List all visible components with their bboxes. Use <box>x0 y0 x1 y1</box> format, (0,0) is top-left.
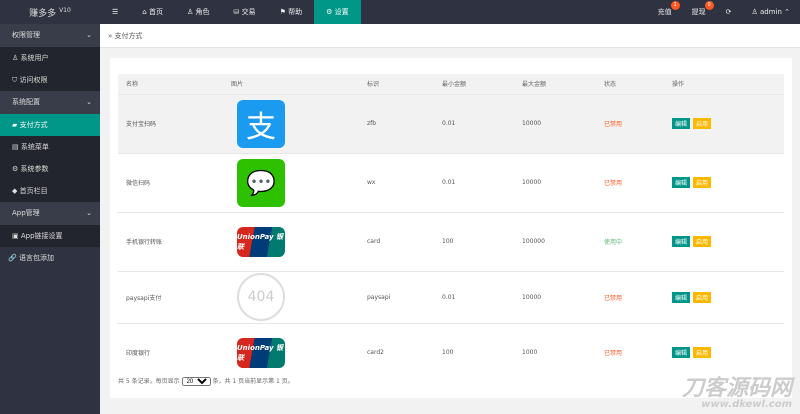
edit-button[interactable]: 编辑 <box>672 291 691 303</box>
payment-min: 0.01 <box>434 270 514 323</box>
enable-button[interactable]: 启用 <box>693 118 712 129</box>
enable-button[interactable]: 启用 <box>693 177 712 188</box>
chevron-down-icon: ⌄ <box>86 209 92 217</box>
top-nav: ☰ ⌂ 首页 ♙ 角色 ⛁ 交易 ⚑ 帮助 ⚙ 设置 <box>100 0 361 24</box>
breadcrumb: » 支付方式 <box>100 24 800 48</box>
payment-min: 0.01 <box>434 93 514 153</box>
nav-home[interactable]: ⌂ 首页 <box>130 0 175 24</box>
payment-min: 100 <box>434 322 514 382</box>
col-name: 名称 <box>118 74 223 94</box>
payment-card: 名称 图片 标识 最小金额 最大金额 状态 操作 支付宝扫码 支 zfb 0.0… <box>110 58 792 398</box>
col-status: 状态 <box>596 74 664 94</box>
table-row: 印度银行 UnionPay 银联 card2 100 1000 已禁用 编辑 启用 <box>118 322 784 382</box>
menu-toggle-icon[interactable]: ☰ <box>100 0 130 24</box>
sidebar-item-access[interactable]: ⛉ 访问权限 <box>0 69 100 91</box>
status-badge: 已禁用 <box>596 322 664 382</box>
per-page-select[interactable]: 20 <box>181 377 211 386</box>
alipay-icon: 支 <box>237 99 285 148</box>
wechat-icon: 💬 <box>237 158 285 207</box>
status-badge: 已禁用 <box>596 270 664 323</box>
withdraw-button[interactable]: 提现 0 <box>682 1 716 17</box>
payment-max: 10000 <box>514 93 596 153</box>
unionpay-icon: UnionPay 银联 <box>237 337 285 368</box>
payment-code: wx <box>359 152 434 212</box>
edit-button[interactable]: 编辑 <box>672 118 691 129</box>
refresh-icon[interactable]: ⟳ <box>716 8 742 16</box>
payment-code: paysapi <box>359 270 434 323</box>
col-min: 最小金额 <box>434 74 514 94</box>
unionpay-icon: UnionPay 银联 <box>237 226 285 257</box>
chevron-down-icon: ⌄ <box>86 31 92 39</box>
col-image: 图片 <box>223 74 359 94</box>
sidebar-item-menu[interactable]: ▤ 系统菜单 <box>0 136 100 158</box>
user-menu[interactable]: ♙ admin ⌃ <box>741 8 800 16</box>
sidebar-item-home-columns[interactable]: ◆ 首页栏目 <box>0 180 100 202</box>
sidebar-group-config[interactable]: 系统配置 ⌄ <box>0 91 100 114</box>
recharge-button[interactable]: 充值 1 <box>648 1 682 17</box>
status-badge: 已禁用 <box>596 93 664 153</box>
table-row: 微信扫码 💬 wx 0.01 10000 已禁用 编辑 启用 <box>118 152 784 212</box>
payment-table: 名称 图片 标识 最小金额 最大金额 状态 操作 支付宝扫码 支 zfb 0.0… <box>118 74 784 382</box>
payment-max: 100000 <box>514 211 596 271</box>
payment-code: card <box>359 211 434 271</box>
withdraw-badge: 0 <box>704 1 714 10</box>
col-actions: 操作 <box>664 74 784 94</box>
sidebar: 权限管理 ⌄ ♙ 系统用户 ⛉ 访问权限 系统配置 ⌄ ▰ 支付方式 ▤ 系统菜单 … <box>0 24 100 414</box>
nav-help[interactable]: ⚑ 帮助 <box>268 0 315 24</box>
nav-trade[interactable]: ⛁ 交易 <box>221 0 267 24</box>
payment-max: 10000 <box>514 152 596 212</box>
payment-name: paysapi支付 <box>118 270 223 323</box>
payment-name: 印度银行 <box>118 322 223 382</box>
sidebar-item-app-links[interactable]: ▣ App链接设置 <box>0 225 100 247</box>
logo: 赚多多 V10 <box>29 6 71 19</box>
status-badge: 已禁用 <box>596 152 664 212</box>
payment-name: 微信扫码 <box>118 152 223 212</box>
enable-button[interactable]: 启用 <box>693 236 712 247</box>
table-row: paysapi支付 404 paysapi 0.01 10000 已禁用 编辑启… <box>118 270 784 323</box>
payment-max: 1000 <box>514 322 596 382</box>
nav-role[interactable]: ♙ 角色 <box>175 0 222 24</box>
sidebar-group-permissions[interactable]: 权限管理 ⌄ <box>0 24 100 47</box>
pagination-info: 共 5 条记录，每页显示 20 条，共 1 页当前显示第 1 页。 <box>118 376 294 386</box>
payment-min: 0.01 <box>434 152 514 212</box>
edit-button[interactable]: 编辑 <box>672 177 691 188</box>
recharge-badge: 1 <box>670 1 680 10</box>
payment-name: 手机银行转账 <box>118 211 223 271</box>
payment-code: zfb <box>359 93 434 153</box>
status-badge: 使用中 <box>596 211 664 271</box>
col-code: 标识 <box>359 74 434 94</box>
edit-button[interactable]: 编辑 <box>672 347 691 359</box>
chevron-down-icon: ⌄ <box>86 98 92 106</box>
payment-max: 10000 <box>514 270 596 323</box>
enable-button[interactable]: 启用 <box>693 291 712 303</box>
table-row: 手机银行转账 UnionPay 银联 card 100 100000 使用中 编… <box>118 211 784 271</box>
sidebar-item-users[interactable]: ♙ 系统用户 <box>0 47 100 69</box>
payment-min: 100 <box>434 211 514 271</box>
watermark: 刀客源码网 www.dkewl.com <box>681 376 792 410</box>
nav-settings[interactable]: ⚙ 设置 <box>314 0 361 24</box>
sidebar-item-language[interactable]: 🔗 语言包添加 <box>0 247 100 270</box>
sidebar-item-params[interactable]: ⚙ 系统参数 <box>0 158 100 180</box>
col-max: 最大金额 <box>514 74 596 94</box>
payment-name: 支付宝扫码 <box>118 93 223 153</box>
top-bar: 赚多多 V10 ☰ ⌂ 首页 ♙ 角色 ⛁ 交易 ⚑ 帮助 ⚙ 设置 充值 1 提… <box>0 0 800 24</box>
sidebar-item-payment[interactable]: ▰ 支付方式 <box>0 114 100 136</box>
sidebar-group-app[interactable]: App管理 ⌄ <box>0 202 100 225</box>
edit-button[interactable]: 编辑 <box>672 236 691 247</box>
payment-code: card2 <box>359 322 434 382</box>
not-found-image: 404 <box>237 273 285 321</box>
enable-button[interactable]: 启用 <box>693 347 712 359</box>
table-row: 支付宝扫码 支 zfb 0.01 10000 已禁用 编辑 启用 <box>118 93 784 153</box>
